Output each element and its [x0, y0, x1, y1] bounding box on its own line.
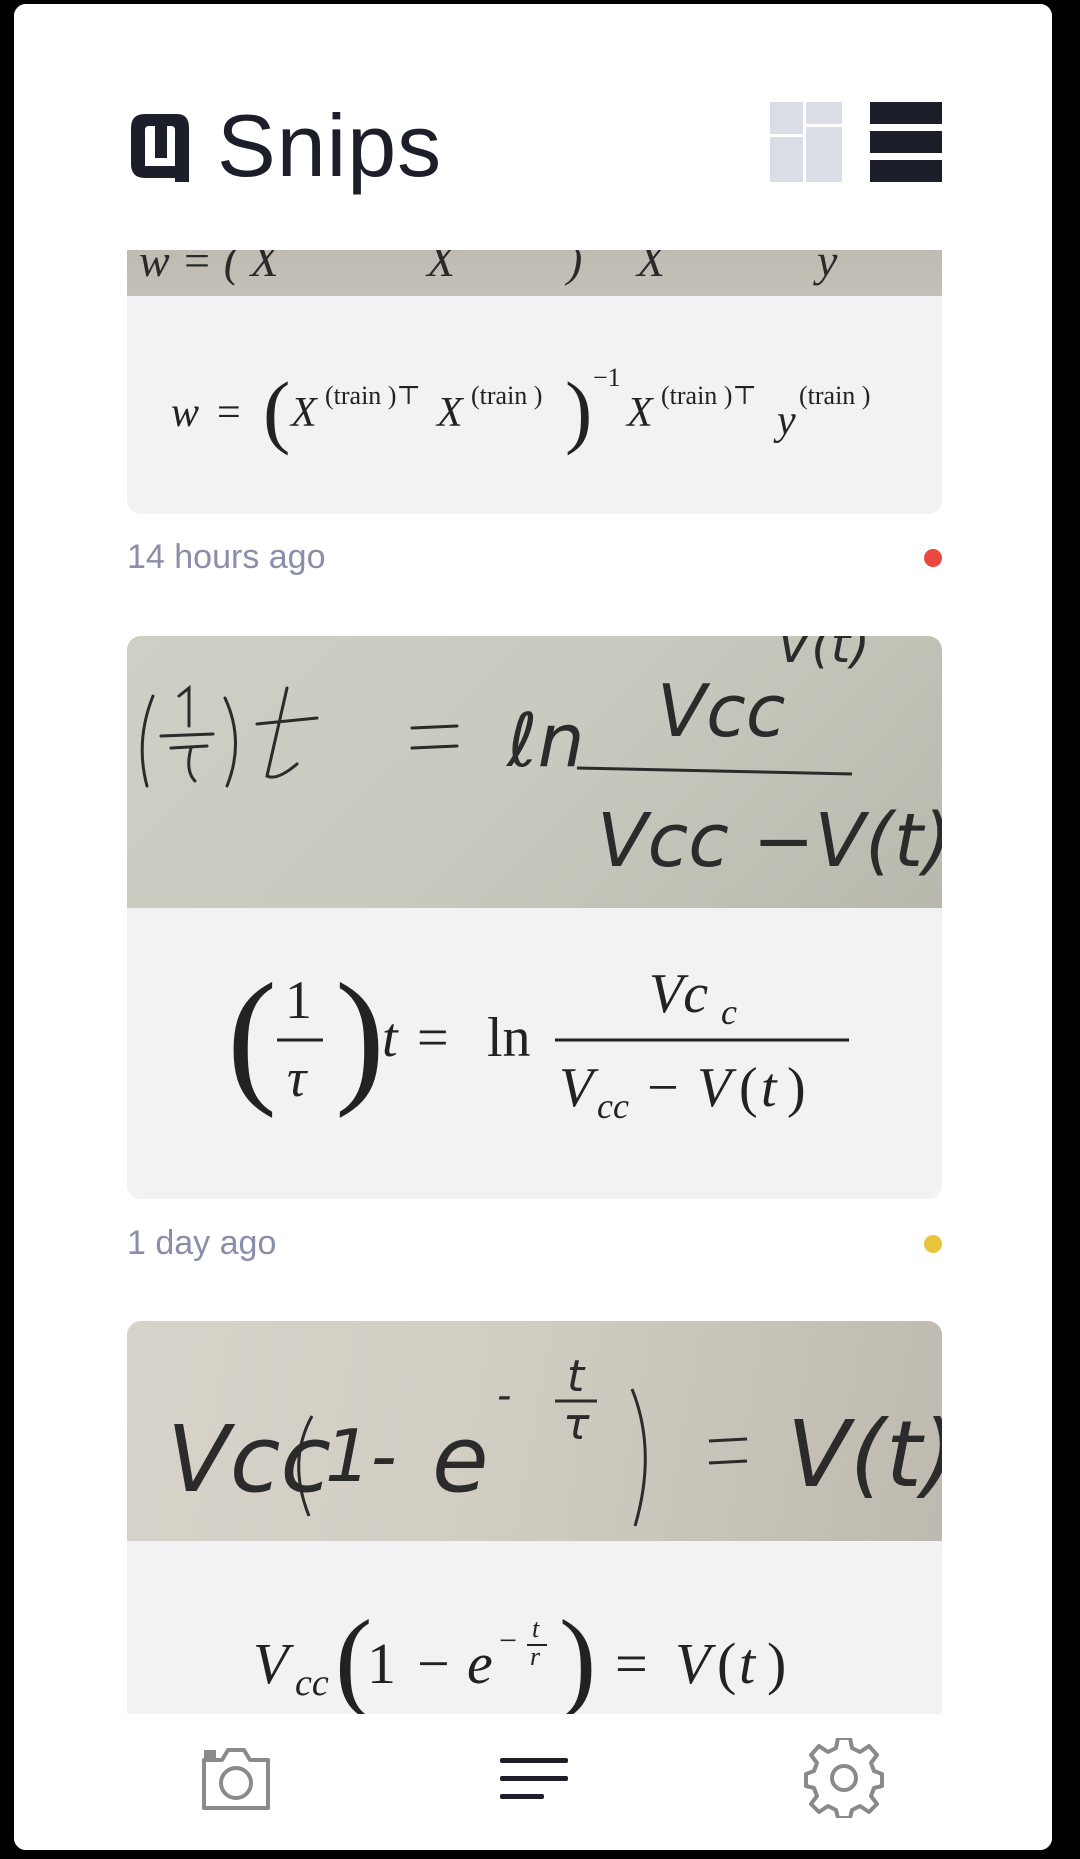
svg-text:−1: −1: [593, 363, 621, 392]
app-screen: w = ( X X ) X y w = ( X (train )⊤ X (tra…: [14, 4, 1052, 1850]
brand: Snips: [127, 102, 442, 190]
rendered-equation: w = ( X (train )⊤ X (train ) ) −1 X (tra…: [127, 296, 942, 514]
svg-text:V: V: [559, 1057, 599, 1119]
svg-text:): ): [335, 953, 385, 1119]
snip-card[interactable]: Vcc 1- e - t τ V(t) V cc (1 − e − t r)…: [127, 1321, 942, 1741]
svg-text:-: -: [497, 1373, 511, 1419]
svg-text:X: X: [625, 390, 655, 436]
snip-card[interactable]: ℓn Vcc Vcc −V(t) V(t) ( 1 τ ) t = ln Vc …: [127, 636, 942, 1199]
status-dot: [924, 1235, 942, 1253]
equation-vcc-exp: V cc ( 1 − e − t r ) = V ( t ): [253, 1598, 786, 1722]
svg-text:cc: cc: [295, 1662, 329, 1704]
svg-text:V: V: [253, 1631, 295, 1696]
svg-text:−: −: [417, 1631, 450, 1696]
svg-text:ℓn: ℓn: [505, 698, 584, 784]
grid-view-icon[interactable]: [770, 102, 842, 182]
snip-meta: 14 hours ago: [127, 538, 942, 578]
settings-gear-icon[interactable]: [804, 1738, 884, 1818]
mathpix-logo-icon: [131, 114, 189, 182]
svg-text:(train ): (train ): [471, 381, 542, 410]
svg-text:=: =: [217, 390, 241, 436]
svg-text:c: c: [721, 992, 737, 1032]
handwritten-equation-image: Vcc 1- e - t τ V(t): [167, 1351, 942, 1527]
status-dot: [924, 549, 942, 567]
svg-text:X: X: [289, 390, 319, 436]
svg-text:τ: τ: [287, 1048, 308, 1108]
svg-text:t: t: [532, 1614, 540, 1643]
svg-text:y: y: [773, 398, 796, 444]
svg-text:(train )⊤: (train )⊤: [661, 381, 757, 410]
top-header: Snips: [14, 4, 1052, 250]
svg-text:Vcc −V(t): Vcc −V(t): [597, 798, 942, 884]
rendered-equation: ( 1 τ ) t = ln Vc c V cc − V ( t): [127, 908, 942, 1199]
svg-text:(: (: [717, 1631, 736, 1696]
svg-text:τ: τ: [563, 1399, 590, 1450]
snip-photo: ℓn Vcc Vcc −V(t) V(t): [127, 636, 942, 908]
svg-text:−: −: [499, 1622, 517, 1658]
svg-text:V: V: [697, 1057, 737, 1119]
svg-text:r: r: [530, 1642, 541, 1671]
svg-text:X: X: [435, 390, 465, 436]
svg-text:t: t: [567, 1351, 586, 1402]
snips-list-icon[interactable]: [494, 1738, 574, 1818]
svg-text:V: V: [675, 1631, 717, 1696]
svg-text:t: t: [382, 1007, 399, 1069]
svg-text:(: (: [739, 1057, 758, 1119]
svg-text:w: w: [171, 390, 199, 436]
camera-icon[interactable]: [196, 1738, 276, 1818]
svg-text:): ): [565, 365, 592, 456]
svg-text:t: t: [761, 1057, 778, 1119]
svg-text:Vcc: Vcc: [167, 1406, 331, 1513]
svg-text:ln: ln: [487, 1007, 531, 1069]
svg-text:): ): [787, 1057, 806, 1119]
svg-text:t: t: [739, 1631, 757, 1696]
bottom-nav: [14, 1714, 1052, 1850]
svg-text:e: e: [467, 1631, 493, 1696]
svg-text:(: (: [227, 953, 277, 1119]
snip-meta: 1 day ago: [127, 1224, 942, 1264]
svg-text:1-: 1-: [325, 1414, 397, 1498]
rendered-equation: V cc ( 1 − e − t r ) = V ( t ): [127, 1541, 942, 1741]
svg-text:): ): [559, 1598, 596, 1722]
svg-text:Vc: Vc: [649, 963, 708, 1025]
svg-text:(: (: [263, 365, 290, 456]
svg-text:V(t): V(t): [787, 1401, 942, 1508]
svg-text:V(t): V(t): [777, 636, 870, 674]
svg-text:(train )⊤: (train )⊤: [325, 381, 421, 410]
svg-text:1: 1: [367, 1631, 396, 1696]
svg-text:(train ): (train ): [799, 381, 870, 410]
list-view-icon[interactable]: [870, 102, 942, 182]
svg-text:Vcc: Vcc: [657, 669, 785, 753]
snip-timestamp: 14 hours ago: [127, 538, 326, 576]
snip-timestamp: 1 day ago: [127, 1224, 277, 1262]
snip-photo: Vcc 1- e - t τ V(t): [127, 1321, 942, 1541]
svg-text:cc: cc: [597, 1086, 629, 1126]
svg-text:−: −: [647, 1057, 679, 1119]
equation-w-train: w = ( X (train )⊤ X (train ) ) −1 X (tra…: [171, 363, 870, 456]
svg-text:=: =: [615, 1631, 648, 1696]
app-title: Snips: [217, 96, 443, 195]
svg-text:1: 1: [285, 970, 312, 1030]
svg-text:): ): [767, 1631, 786, 1696]
handwritten-equation-image: ℓn Vcc Vcc −V(t) V(t): [140, 636, 942, 884]
svg-text:e: e: [432, 1406, 489, 1513]
equation-rc-ln: ( 1 τ ) t = ln Vc c V cc − V ( t): [227, 953, 849, 1126]
svg-text:=: =: [417, 1007, 449, 1069]
